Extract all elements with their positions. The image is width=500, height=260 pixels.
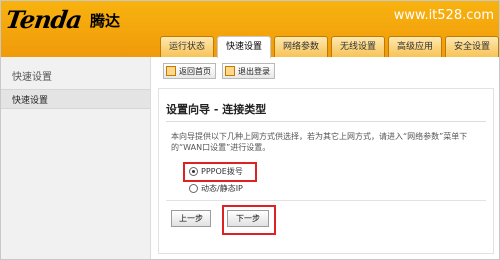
- screenshot-frame: [0, 0, 500, 260]
